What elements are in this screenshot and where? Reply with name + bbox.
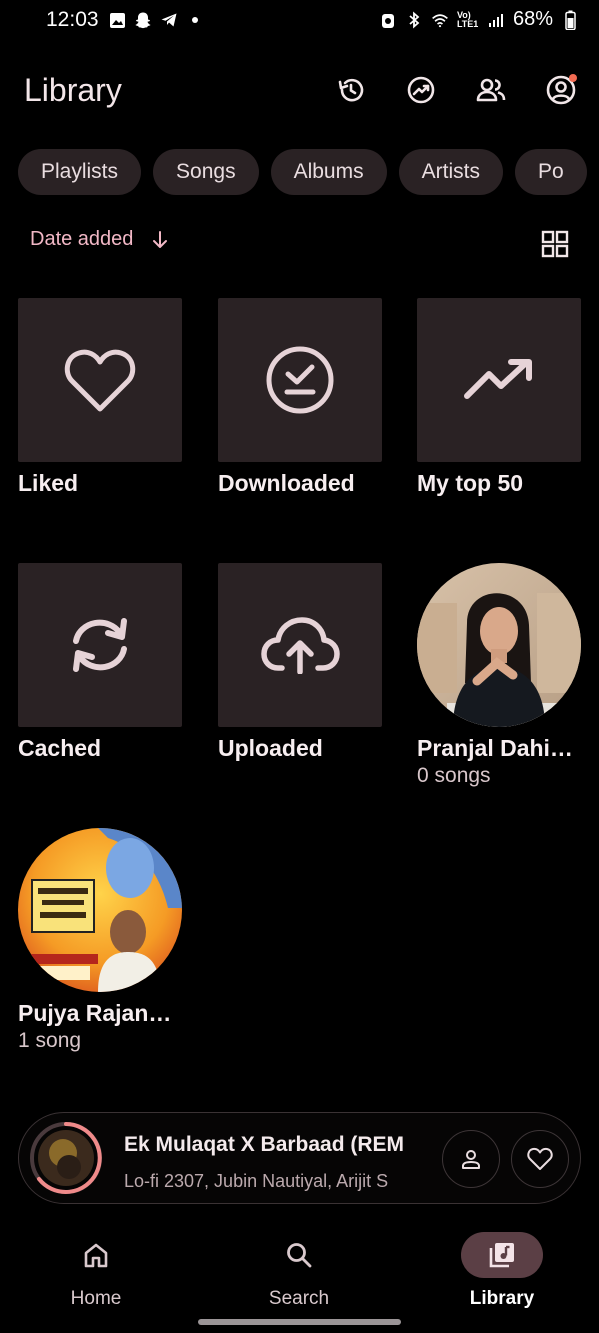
view-artist-button[interactable]: [442, 1130, 500, 1188]
person-icon: [462, 1150, 480, 1169]
arrow-down-icon: [153, 230, 168, 248]
top-50-thumbnail: [417, 298, 581, 462]
snapchat-icon: [134, 11, 152, 29]
history-icon: [338, 78, 364, 102]
item-title: Liked: [18, 470, 79, 496]
status-bar: 12:03 Vo) LTE1 68%: [0, 0, 599, 44]
nav-label: Search: [268, 1288, 330, 1309]
library-item-liked[interactable]: Liked: [18, 298, 182, 497]
wifi-icon: [431, 11, 449, 29]
nav-home[interactable]: Home: [26, 1232, 166, 1310]
alarm-icon: [379, 11, 397, 29]
sort-selector[interactable]: Date added: [30, 228, 169, 251]
history-button[interactable]: [335, 74, 367, 106]
filter-chips: Playlists Songs Albums Artists Po: [18, 149, 599, 195]
item-subtitle: 1 song: [18, 1029, 82, 1052]
account-button[interactable]: [545, 74, 577, 106]
grid-view-button[interactable]: [541, 230, 569, 258]
battery-percent: 68%: [512, 8, 553, 30]
artist-avatar: [417, 563, 581, 727]
item-title: Pranjal Dahi…: [417, 735, 573, 761]
sort-label: Date added: [30, 228, 134, 250]
bluetooth-icon: [405, 11, 423, 29]
item-title: Uploaded: [218, 735, 323, 761]
mini-player[interactable]: Ek Mulaqat X Barbaad (REM Lo-fi 2307, Ju…: [18, 1112, 581, 1204]
nav-home-pill: [55, 1232, 137, 1278]
item-title: Pujya Rajan…: [18, 1000, 172, 1026]
header-actions: [335, 74, 577, 106]
like-button[interactable]: [511, 1130, 569, 1188]
status-right: Vo) LTE1 68%: [379, 8, 579, 31]
item-title: Cached: [18, 735, 102, 761]
library-item-uploaded[interactable]: Uploaded: [218, 563, 382, 762]
chip-albums[interactable]: Albums: [270, 149, 387, 195]
trending-circle-icon: [407, 76, 435, 104]
nav-library[interactable]: Library: [432, 1232, 572, 1310]
downloaded-thumbnail: [218, 298, 382, 462]
bottom-navigation: Home Search Library: [0, 1218, 599, 1333]
more-notifications-dot-icon: [186, 11, 204, 29]
nav-label: Library: [469, 1288, 535, 1309]
item-title: Downloaded: [218, 470, 355, 496]
library-item-cached[interactable]: Cached: [18, 563, 182, 762]
search-icon: [287, 1243, 312, 1268]
nav-library-pill: [461, 1232, 543, 1278]
home-icon: [84, 1243, 108, 1268]
notification-icons: [108, 11, 204, 29]
battery-icon: [561, 10, 579, 30]
status-time: 12:03: [46, 8, 99, 31]
gallery-icon: [108, 11, 126, 29]
signal-icon: [487, 11, 505, 29]
uploaded-thumbnail: [218, 563, 382, 727]
heart-outline-icon: [527, 1147, 553, 1170]
chip-songs[interactable]: Songs: [153, 149, 259, 195]
library-item-artist-pranjal[interactable]: Pranjal Dahi… 0 songs: [417, 563, 581, 788]
library-item-my-top-50[interactable]: My top 50: [417, 298, 581, 497]
library-item-downloaded[interactable]: Downloaded: [218, 298, 382, 497]
chip-playlists[interactable]: Playlists: [18, 149, 142, 195]
chip-artists[interactable]: Artists: [398, 149, 503, 195]
friends-button[interactable]: [475, 74, 507, 106]
library-item-artist-pujya[interactable]: Pujya Rajan… 1 song: [18, 828, 182, 1053]
chip-podcasts[interactable]: Po: [514, 149, 587, 195]
now-playing-title: Ek Mulaqat X Barbaad (REM: [124, 1133, 405, 1156]
page-title: Library: [24, 72, 122, 108]
stats-button[interactable]: [405, 74, 437, 106]
nav-search[interactable]: Search: [229, 1232, 369, 1310]
network-type: Vo) LTE1: [456, 9, 479, 29]
item-title: My top 50: [417, 470, 524, 496]
library-music-icon: [489, 1243, 514, 1268]
cached-thumbnail: [18, 563, 182, 727]
telegram-icon: [160, 11, 178, 29]
trending-up-icon: [464, 359, 532, 399]
sync-icon: [73, 618, 127, 672]
grid-view-icon: [541, 230, 569, 258]
now-playing-artist: Lo-fi 2307, Jubin Nautiyal, Arijit S: [124, 1171, 389, 1191]
item-subtitle: 0 songs: [417, 764, 491, 787]
home-gesture-bar[interactable]: [198, 1319, 401, 1325]
nav-search-pill: [258, 1232, 340, 1278]
download-done-icon: [266, 346, 334, 414]
cloud-upload-icon: [261, 617, 340, 674]
liked-thumbnail: [18, 298, 182, 462]
heart-icon: [64, 349, 136, 412]
artist-avatar: [18, 828, 182, 992]
nav-label: Home: [70, 1288, 122, 1309]
notification-dot: [569, 74, 577, 82]
app-header: Library: [0, 60, 599, 122]
people-icon: [476, 78, 506, 102]
now-playing-artwork: [29, 1121, 103, 1195]
